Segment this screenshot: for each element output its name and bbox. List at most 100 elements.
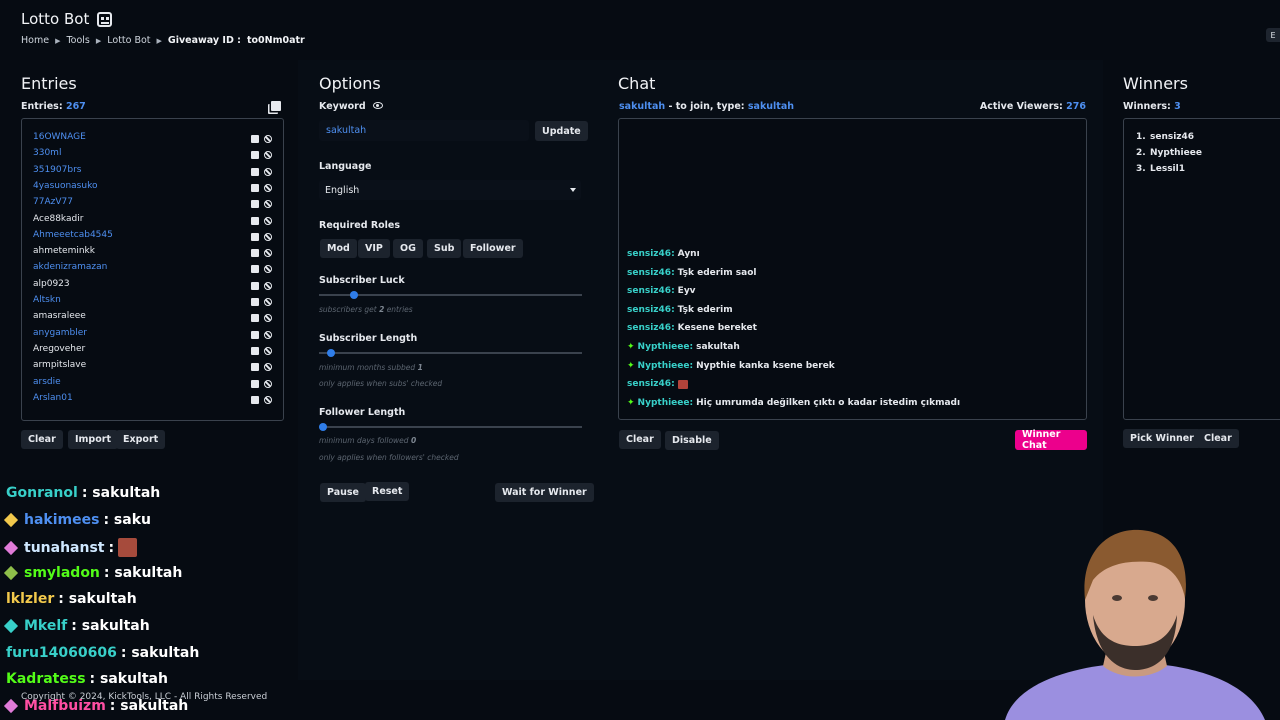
hint-value: 1 [417,363,423,372]
chat-username[interactable]: sensiz46: [627,305,675,315]
entries-title: Entries [21,74,77,93]
ban-icon[interactable] [264,183,272,192]
message-icon[interactable] [251,314,259,323]
subscriber-length-thumb[interactable] [326,349,335,357]
ban-icon[interactable] [264,395,272,404]
ban-icon[interactable] [264,346,272,355]
winners-clear-button[interactable]: Clear [1197,429,1239,448]
message-icon[interactable] [251,135,259,143]
role-follower-button[interactable]: Follower [463,239,523,258]
winner-item: 1. sensiz46 [1136,132,1194,142]
overlay-chat-line: Gonranol: sakultah [6,485,160,501]
entry-actions [251,151,272,160]
entry-actions [251,135,272,143]
chat-clear-button[interactable]: Clear [619,430,661,449]
message-icon[interactable] [251,265,259,274]
subscriber-length-slider[interactable] [319,349,582,357]
follower-length-thumb[interactable] [319,423,327,431]
ban-icon[interactable] [264,298,272,306]
join-keyword: sakultah [747,101,794,112]
follower-length-hint: minimum days followed 0 [319,436,416,445]
message-icon[interactable] [251,249,259,258]
winner-rank: 2. [1136,148,1146,158]
role-sub-button[interactable]: Sub [427,239,462,258]
chat-disable-button[interactable]: Disable [665,431,719,450]
follower-length-slider[interactable] [319,423,582,431]
message-icon[interactable] [251,346,259,355]
subscriber-luck-slider[interactable] [319,291,582,299]
entry-actions [251,200,272,209]
pick-winner-button[interactable]: Pick Winner [1123,429,1201,448]
breadcrumb-separator-icon: ▶ [156,36,162,45]
chat-username[interactable]: sensiz46: [627,286,675,296]
ban-icon[interactable] [264,363,272,372]
ban-icon[interactable] [264,265,272,274]
message-icon[interactable] [251,281,259,290]
message-icon[interactable] [251,183,259,192]
reset-button[interactable]: Reset [365,482,410,501]
role-og-button[interactable]: OG [393,239,423,258]
message-icon[interactable] [251,330,259,339]
ban-icon[interactable] [264,379,272,388]
wait-for-winner-button[interactable]: Wait for Winner [495,483,594,502]
hint-value: 2 [379,305,385,314]
breadcrumb-tools[interactable]: Tools [66,35,89,46]
chat-text: Hiç umrumda değilken çıktı o kadar isted… [696,397,961,408]
winner-name: sensiz46 [1150,132,1195,142]
ban-icon[interactable] [264,151,272,160]
role-vip-button[interactable]: VIP [358,239,390,258]
ban-icon[interactable] [264,216,272,225]
message-icon[interactable] [251,200,259,209]
ban-icon[interactable] [264,249,272,258]
ban-icon[interactable] [264,135,272,143]
entries-import-button[interactable]: Import [68,430,118,449]
ban-icon[interactable] [264,200,272,209]
overlay-message: : saku [103,511,151,528]
chat-message: ✦ Nypthieee: Nypthie kanka ksene berek [627,361,835,371]
winner-chat-button[interactable]: Winner Chat [1015,429,1087,451]
message-icon[interactable] [251,167,259,176]
entries-clear-button[interactable]: Clear [21,430,63,449]
entries-export-button[interactable]: Export [116,430,166,449]
chat-username[interactable]: Nypthieee: [638,342,694,352]
chat-username[interactable]: sensiz46: [627,249,675,259]
chat-username[interactable]: Nypthieee: [638,361,694,371]
chat-username[interactable]: Nypthieee: [638,398,694,408]
breadcrumb-home[interactable]: Home [21,35,49,46]
ban-icon[interactable] [264,330,272,339]
ban-icon[interactable] [264,281,272,290]
corner-tab[interactable]: E [1266,28,1280,42]
active-viewers-count: 276 [1066,101,1086,112]
subscriber-length-hint: minimum months subbed 1 [319,363,423,372]
chat-message: ✦ Nypthieee: Hiç umrumda değilken çıktı o … [627,398,960,408]
entry-name: Arslan01 [33,392,73,403]
message-icon[interactable] [251,395,259,404]
overlay-username: furu14060606 [6,644,117,661]
chat-username[interactable]: sensiz46: [627,379,675,389]
update-button[interactable]: Update [535,121,588,141]
diamond-badge-icon [3,565,19,580]
language-select[interactable]: English [319,180,581,200]
eye-icon[interactable] [373,102,383,109]
message-icon[interactable] [251,298,259,306]
entries-list[interactable]: 16OWNAGE 330ml 351907brs 4yasuonasuko 77AzV7… [21,118,284,421]
ban-icon[interactable] [264,167,272,176]
message-icon[interactable] [251,216,259,225]
chat-username[interactable]: sensiz46: [627,323,675,333]
message-icon[interactable] [251,379,259,388]
message-icon[interactable] [251,232,259,241]
message-icon[interactable] [251,363,259,372]
keyword-input[interactable]: sakultah [319,120,529,141]
ban-icon[interactable] [264,232,272,241]
ban-icon[interactable] [264,314,272,323]
breadcrumb-lotto-bot[interactable]: Lotto Bot [107,35,150,46]
follower-length-label: Follower Length [319,407,406,418]
copy-icon[interactable] [271,101,281,111]
giveaway-id-value: to0Nm0atr [246,35,305,46]
subscriber-luck-thumb[interactable] [349,291,358,299]
pause-button[interactable]: Pause [320,483,366,502]
chat-username[interactable]: sensiz46: [627,268,675,278]
chat-log[interactable]: sensiz46: Aynı sensiz46: Tşk ederim saol sen… [618,118,1087,420]
role-mod-button[interactable]: Mod [320,239,357,258]
message-icon[interactable] [251,151,259,160]
